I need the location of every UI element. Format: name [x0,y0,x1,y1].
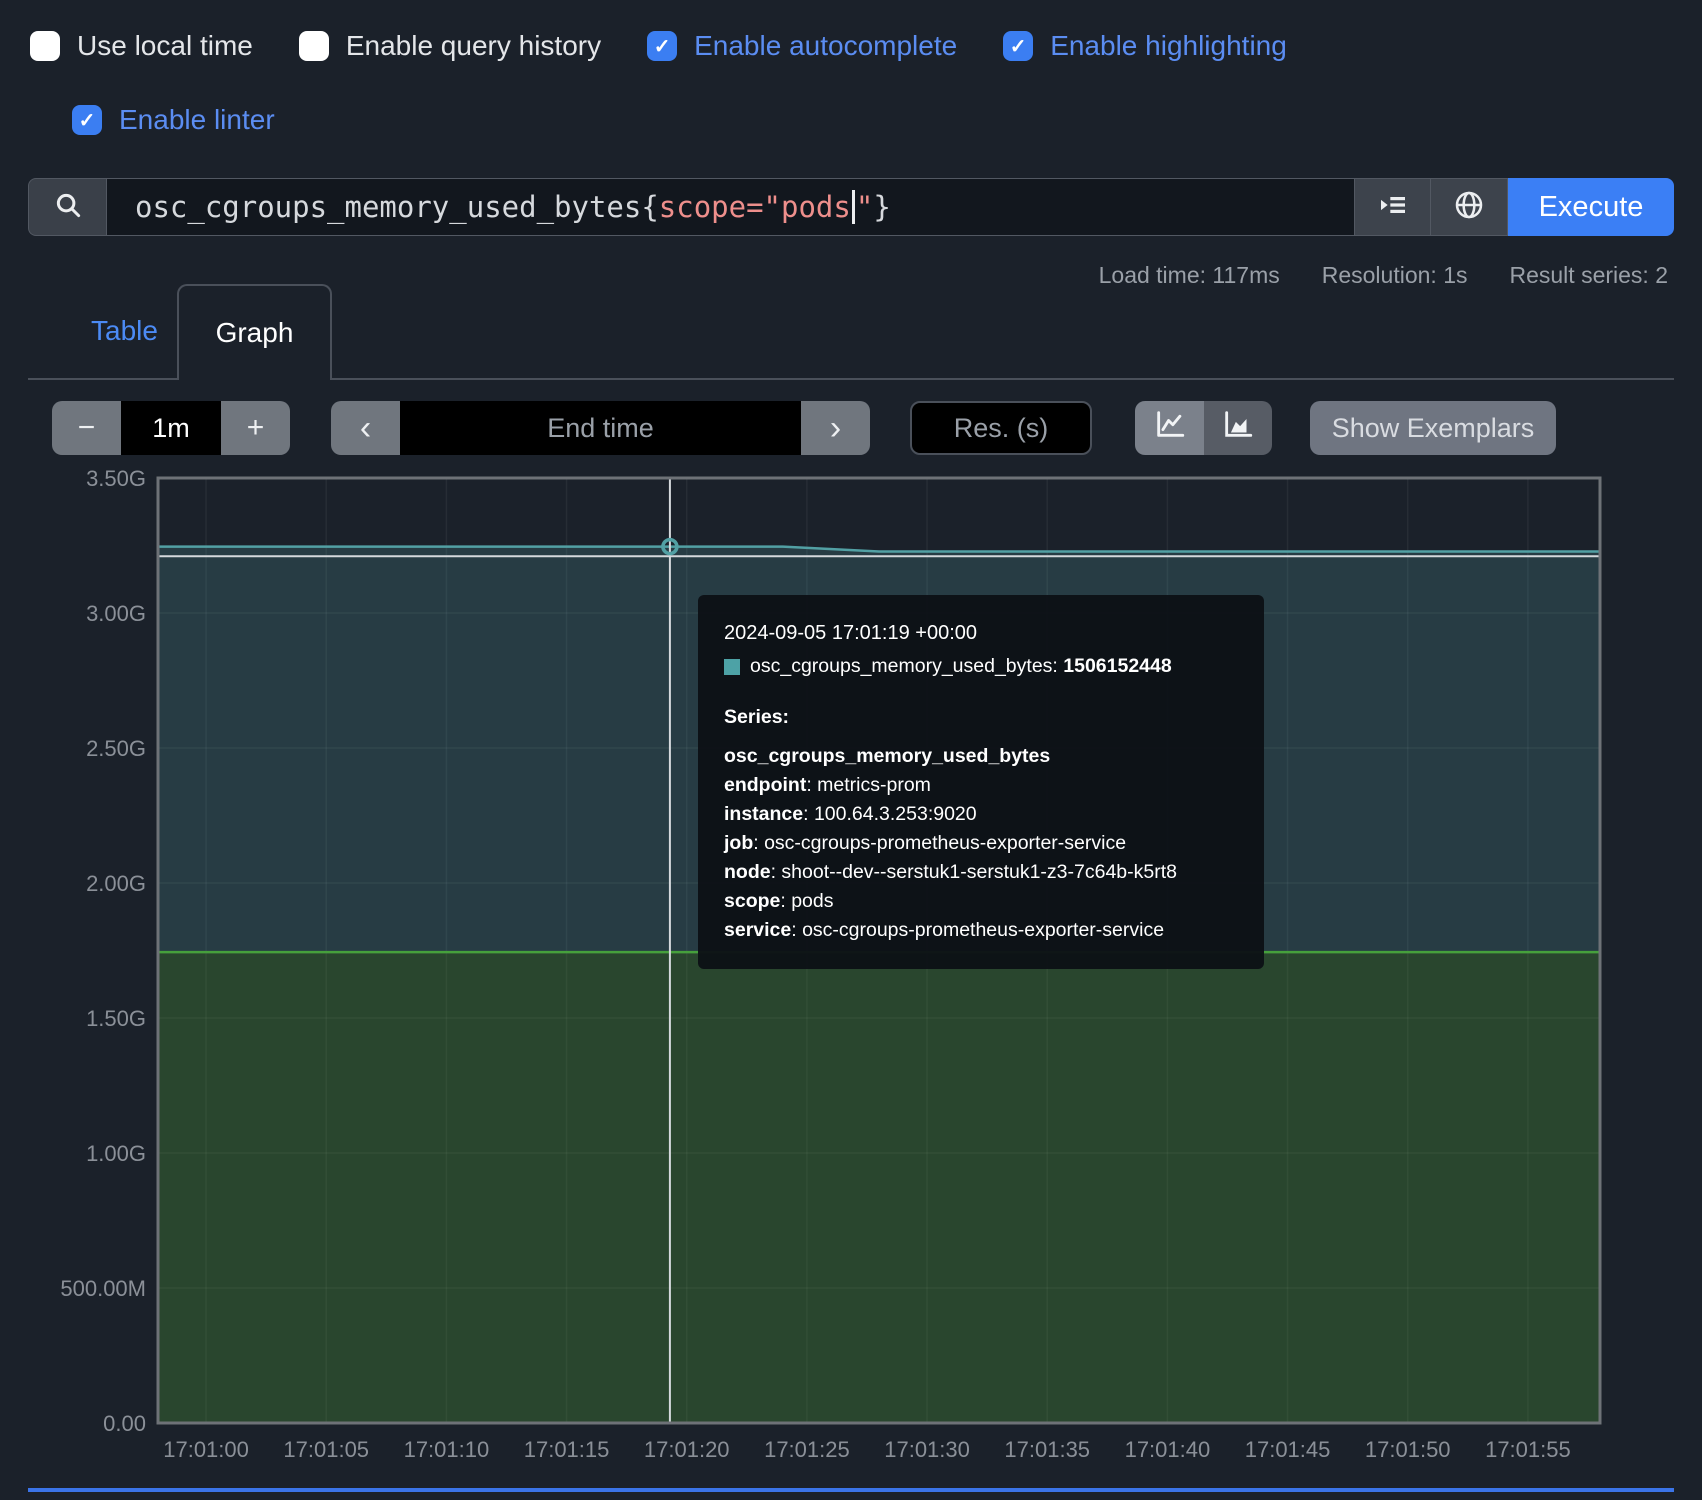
svg-text:17:01:45: 17:01:45 [1245,1437,1331,1462]
format-icon [1377,189,1409,226]
svg-text:3.00G: 3.00G [86,601,146,626]
query-segment: scope="pods [659,190,851,224]
line-chart-icon [1153,407,1187,449]
svg-text:500.00M: 500.00M [60,1276,146,1301]
svg-text:17:01:50: 17:01:50 [1365,1437,1451,1462]
tooltip-series-metric: osc_cgroups_memory_used_bytes [724,742,1238,771]
tooltip-metric-name: osc_cgroups_memory_used_bytes: 150615244… [750,652,1172,681]
query-segment: osc_cgroups_memory_used_bytes{ [135,190,659,224]
stacked-chart-icon [1221,407,1255,449]
graph-controls: − + ‹ › Show Exemplars [0,401,1702,455]
svg-text:0.00: 0.00 [103,1411,146,1436]
range-input[interactable] [121,401,221,455]
globe-button[interactable] [1431,178,1508,236]
stacked-graph-toggle[interactable] [1204,401,1272,455]
series-color-swatch [724,659,740,675]
previous-end-time-button[interactable]: ‹ [331,401,400,455]
query-input[interactable]: osc_cgroups_memory_used_bytes{scope="pod… [106,178,1354,236]
checkbox-enable-highlighting[interactable]: ✓ Enable highlighting [1003,30,1287,62]
execute-button[interactable]: Execute [1508,178,1674,236]
increase-range-button[interactable]: + [221,401,290,455]
svg-text:17:01:35: 17:01:35 [1004,1437,1090,1462]
end-time-input[interactable] [400,401,801,455]
checkbox-enable-linter[interactable]: ✓ Enable linter [72,104,275,136]
svg-text:3.50G: 3.50G [86,466,146,491]
show-exemplars-button[interactable]: Show Exemplars [1310,401,1556,455]
tooltip-value-line: osc_cgroups_memory_used_bytes: 150615244… [724,652,1238,681]
tooltip-label-instance: instance: 100.64.3.253:9020 [724,800,1238,829]
panel-divider [28,1488,1674,1492]
options-row-2: ✓ Enable linter [72,102,275,138]
prometheus-query-panel: Use local time Enable query history ✓ Enabl… [0,0,1702,1500]
svg-text:17:01:10: 17:01:10 [404,1437,490,1462]
search-segment [28,178,106,236]
resolution-input[interactable] [910,401,1092,455]
line-graph-toggle[interactable] [1135,401,1204,455]
svg-text:17:01:40: 17:01:40 [1125,1437,1211,1462]
checkbox-box[interactable]: ✓ [72,105,102,135]
checkbox-use-local-time[interactable]: Use local time [30,30,253,62]
options-row-1: Use local time Enable query history ✓ Enabl… [30,28,1287,64]
checkbox-box[interactable]: ✓ [647,31,677,61]
y-axis-labels: 0.00 500.00M 1.00G 1.50G 2.00G 2.50G 3.00G 3.50… [60,466,146,1436]
checkbox-enable-query-history[interactable]: Enable query history [299,30,601,62]
svg-text:17:01:25: 17:01:25 [764,1437,850,1462]
tab-bar: Table Graph [28,284,1674,380]
tooltip-timestamp: 2024-09-05 17:01:19 +00:00 [724,619,1238,648]
checkbox-box[interactable] [299,31,329,61]
svg-text:1.50G: 1.50G [86,1006,146,1031]
checkbox-label: Enable highlighting [1050,30,1287,62]
tab-graph[interactable]: Graph [177,284,332,380]
tab-table[interactable]: Table [63,284,186,378]
query-segment: } [873,190,890,224]
tooltip-series-labels: endpoint: metrics-prominstance: 100.64.3… [724,771,1238,945]
checkbox-label: Enable linter [119,104,275,136]
svg-text:17:01:15: 17:01:15 [524,1437,610,1462]
decrease-range-button[interactable]: − [52,401,121,455]
svg-text:2.50G: 2.50G [86,736,146,761]
checkbox-label: Enable query history [346,30,601,62]
svg-text:2.00G: 2.00G [86,871,146,896]
graph-tooltip: 2024-09-05 17:01:19 +00:00 osc_cgroups_m… [698,595,1264,969]
svg-text:17:01:00: 17:01:00 [163,1437,249,1462]
svg-text:17:01:20: 17:01:20 [644,1437,730,1462]
tooltip-series-heading: Series: [724,703,1238,732]
checkbox-box[interactable]: ✓ [1003,31,1033,61]
tooltip-label-node: node: shoot--dev--serstuk1-serstuk1-z3-7… [724,858,1238,887]
x-axis-labels: 17:01:00 17:01:05 17:01:10 17:01:15 17:01:20… [163,1437,1570,1462]
query-bar: osc_cgroups_memory_used_bytes{scope="pod… [28,178,1674,236]
checkbox-label: Enable autocomplete [694,30,957,62]
checkbox-enable-autocomplete[interactable]: ✓ Enable autocomplete [647,30,957,62]
svg-text:17:01:55: 17:01:55 [1485,1437,1571,1462]
globe-icon [1453,189,1485,226]
tooltip-label-endpoint: endpoint: metrics-prom [724,771,1238,800]
format-query-button[interactable] [1354,178,1431,236]
svg-text:17:01:05: 17:01:05 [283,1437,369,1462]
search-icon [53,190,83,225]
tooltip-label-scope: scope: pods [724,887,1238,916]
text-cursor [852,190,855,224]
checkbox-label: Use local time [77,30,253,62]
query-segment: " [856,190,873,224]
checkbox-box[interactable] [30,31,60,61]
tooltip-label-service: service: osc-cgroups-prometheus-exporter… [724,916,1238,945]
svg-text:17:01:30: 17:01:30 [884,1437,970,1462]
tooltip-label-job: job: osc-cgroups-prometheus-exporter-ser… [724,829,1238,858]
svg-text:1.00G: 1.00G [86,1141,146,1166]
next-end-time-button[interactable]: › [801,401,870,455]
tooltip-metric-value: 1506152448 [1063,655,1171,677]
